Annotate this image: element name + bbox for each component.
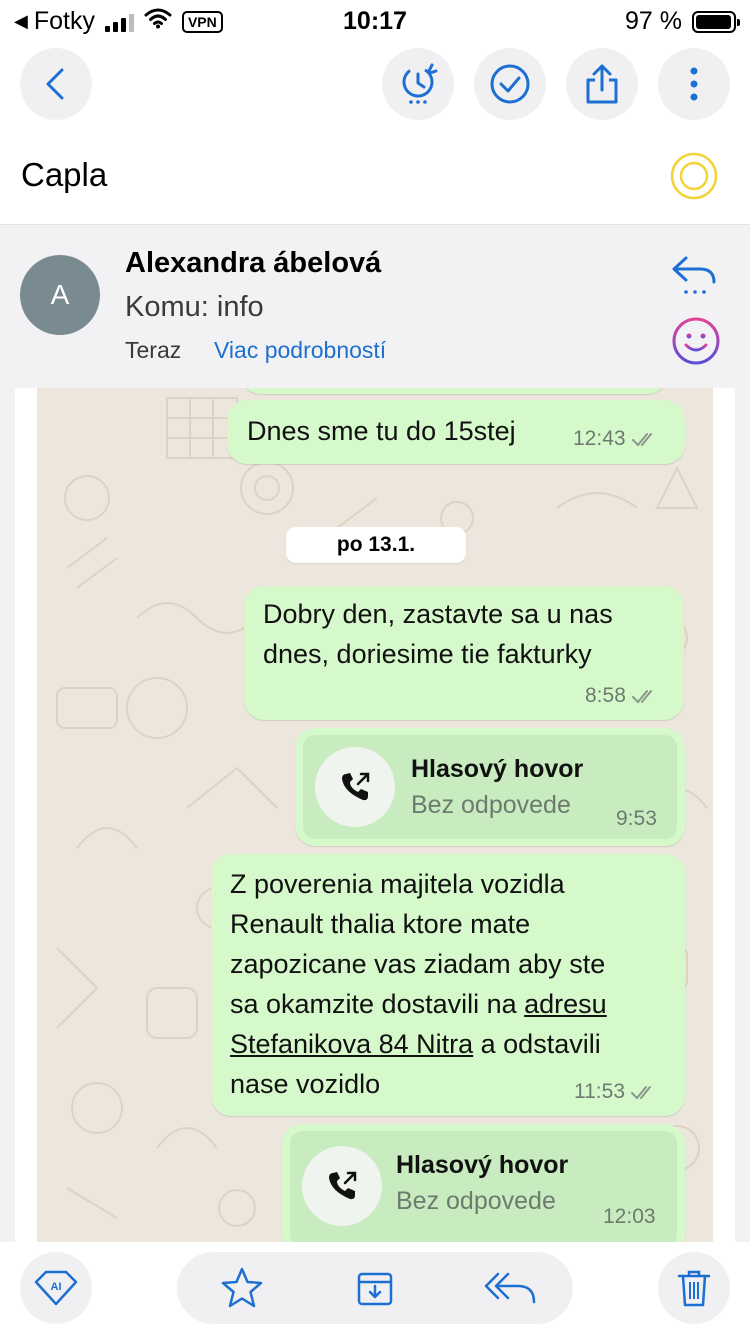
- call-icon-circle: [315, 747, 395, 827]
- reply-all-button[interactable]: [482, 1264, 538, 1312]
- call-bubble[interactable]: Hlasový hovor Bez odpovede 12:03: [282, 1124, 685, 1242]
- delete-button[interactable]: [658, 1252, 730, 1324]
- call-icon-circle: [302, 1146, 382, 1226]
- message-text-line: nase vozidlo: [230, 1069, 381, 1099]
- back-chevron-icon: [46, 68, 64, 100]
- message-text-line: Renault thalia ktore mate: [230, 909, 531, 939]
- message-text-line: dnes, doriesime tie fakturky: [263, 639, 592, 669]
- message-text-line: sa okamzite dostavili na adresu: [230, 984, 607, 1024]
- previous-bubble-edge: [242, 388, 666, 394]
- ai-assistant-button[interactable]: AI: [20, 1252, 92, 1324]
- message-text-segment: a odstavili: [473, 1029, 601, 1059]
- more-icon: [690, 67, 698, 101]
- more-button[interactable]: [658, 48, 730, 120]
- chat-screenshot[interactable]: Dnes sme tu do 15stej 12:43 po 13.1. Dob…: [15, 388, 735, 1242]
- battery-icon: [692, 10, 740, 33]
- call-status: Bez odpovede: [411, 791, 571, 819]
- call-time: 9:53: [616, 807, 657, 830]
- call-title: Hlasový hovor: [396, 1151, 569, 1179]
- sender-name[interactable]: Alexandra ábelová: [125, 247, 381, 280]
- message-text-segment: sa okamzite dostavili na: [230, 989, 525, 1019]
- status-bar: ◀ Fotky VPN 10:17 97 %: [0, 0, 750, 42]
- double-check-icon: [631, 433, 652, 447]
- message-meta: 8:58: [585, 684, 658, 708]
- outgoing-call-icon: [342, 772, 370, 801]
- ai-assistant-icon: AI: [34, 1270, 78, 1306]
- chat-bubble[interactable]: Z poverenia majitela vozidla Renault tha…: [211, 854, 685, 1116]
- email-time: Teraz: [125, 337, 182, 363]
- share-button[interactable]: [566, 48, 638, 120]
- address-link[interactable]: adresu: [524, 989, 607, 1019]
- trash-icon: [677, 1270, 711, 1307]
- chat-bubble[interactable]: Dobry den, zastavte sa u nas dnes, dorie…: [244, 586, 684, 720]
- chat-bubble[interactable]: Dnes sme tu do 15stej 12:43: [227, 400, 685, 464]
- call-card: Hlasový hovor Bez odpovede 9:53: [303, 735, 677, 839]
- done-check-icon: [490, 64, 530, 104]
- reply-all-icon: [484, 1272, 536, 1304]
- call-card: Hlasový hovor Bez odpovede 12:03: [290, 1131, 677, 1242]
- snooze-button[interactable]: [382, 48, 454, 120]
- sender-avatar[interactable]: A: [20, 255, 100, 335]
- call-time: 12:03: [603, 1205, 656, 1228]
- subject-ring-icon[interactable]: [670, 152, 718, 200]
- recipient-line: Komu: info: [125, 291, 264, 323]
- outgoing-call-icon: [329, 1171, 357, 1200]
- call-title: Hlasový hovor: [411, 755, 584, 783]
- email-subject: Capla: [21, 156, 108, 193]
- share-icon: [586, 64, 618, 104]
- call-bubble[interactable]: Hlasový hovor Bez odpovede 9:53: [295, 728, 685, 846]
- message-text-line: Stefanikova 84 Nitra a odstavili: [230, 1024, 601, 1064]
- star-button[interactable]: [218, 1264, 266, 1312]
- call-status: Bez odpovede: [396, 1187, 556, 1215]
- back-button[interactable]: [20, 48, 92, 120]
- message-time: 11:53: [574, 1080, 625, 1103]
- message-meta: 12:43: [573, 427, 658, 451]
- message-text-line: Z poverenia majitela vozidla: [230, 869, 565, 899]
- message-text: Dnes sme tu do 15stej: [247, 416, 516, 446]
- snooze-clock-icon: [402, 63, 438, 104]
- reaction-smiley-icon[interactable]: [671, 316, 721, 366]
- message-meta: 11:53: [574, 1080, 657, 1104]
- date-separator: po 13.1.: [286, 527, 466, 563]
- archive-button[interactable]: [351, 1264, 399, 1312]
- message-text-line: zapozicane vas ziadam aby ste: [230, 949, 606, 979]
- double-check-icon: [631, 1086, 651, 1100]
- mark-done-button[interactable]: [474, 48, 546, 120]
- reply-icon[interactable]: [670, 254, 720, 296]
- address-link[interactable]: Stefanikova 84 Nitra: [230, 1029, 473, 1059]
- archive-icon: [357, 1272, 393, 1306]
- double-check-icon: [631, 690, 652, 704]
- battery-percent: 97 %: [625, 7, 682, 35]
- star-icon: [221, 1267, 263, 1308]
- more-details-link[interactable]: Viac podrobností: [214, 337, 386, 364]
- message-time: 8:58: [585, 684, 626, 707]
- message-text-line: Dobry den, zastavte sa u nas: [263, 599, 613, 629]
- status-right: 97 %: [625, 7, 740, 36]
- ai-badge-label: AI: [51, 1281, 62, 1293]
- message-time: 12:43: [573, 427, 626, 450]
